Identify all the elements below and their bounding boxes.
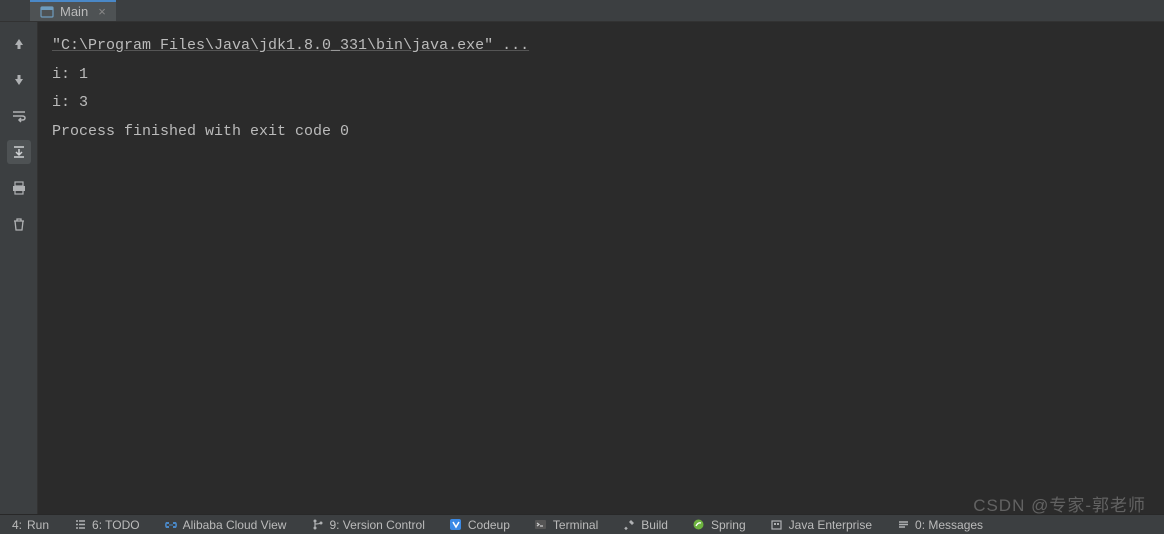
console-line: i: 1 <box>52 61 1150 90</box>
branch-icon <box>310 518 324 532</box>
bottom-label: Spring <box>711 518 746 532</box>
print-icon[interactable] <box>7 176 31 200</box>
bottom-messages[interactable]: 0: Messages <box>884 515 995 534</box>
bottom-label: 9: Version Control <box>329 518 424 532</box>
down-arrow-icon[interactable] <box>7 68 31 92</box>
bottom-java-enterprise[interactable]: Java Enterprise <box>758 515 884 534</box>
messages-icon <box>896 518 910 532</box>
hammer-icon <box>622 518 636 532</box>
run-prefix: 4: <box>12 518 22 532</box>
bottom-spring[interactable]: Spring <box>680 515 758 534</box>
spring-icon <box>692 518 706 532</box>
bottom-run[interactable]: 4: Run <box>0 515 61 534</box>
bottom-label: Codeup <box>468 518 510 532</box>
java-ee-icon <box>770 518 784 532</box>
console-line: i: 3 <box>52 89 1150 118</box>
delete-icon[interactable] <box>7 212 31 236</box>
bottom-label: Build <box>641 518 668 532</box>
close-icon[interactable]: × <box>98 4 106 19</box>
bottom-tool-bar: 4: Run 6: TODO Alibaba Cloud View 9: Ver… <box>0 514 1164 534</box>
list-icon <box>73 518 87 532</box>
terminal-icon <box>534 518 548 532</box>
bottom-todo[interactable]: 6: TODO <box>61 515 152 534</box>
console-output[interactable]: "C:\Program Files\Java\jdk1.8.0_331\bin\… <box>38 22 1164 514</box>
bottom-label: Java Enterprise <box>789 518 872 532</box>
soft-wrap-icon[interactable] <box>7 104 31 128</box>
bottom-label: Terminal <box>553 518 598 532</box>
tab-main[interactable]: Main × <box>30 0 116 21</box>
console-line: Process finished with exit code 0 <box>52 118 1150 147</box>
codeup-icon <box>449 518 463 532</box>
tab-label: Main <box>60 4 88 19</box>
bottom-label: 6: TODO <box>92 518 140 532</box>
alibaba-cloud-icon <box>164 518 178 532</box>
run-tabs-bar: Main × <box>0 0 1164 22</box>
bottom-alibaba[interactable]: Alibaba Cloud View <box>152 515 299 534</box>
run-config-icon <box>40 5 54 19</box>
bottom-build[interactable]: Build <box>610 515 680 534</box>
bottom-terminal[interactable]: Terminal <box>522 515 610 534</box>
run-toolbar <box>0 22 38 514</box>
console-command-line: "C:\Program Files\Java\jdk1.8.0_331\bin\… <box>52 32 1150 61</box>
scroll-to-end-icon[interactable] <box>7 140 31 164</box>
bottom-label: Alibaba Cloud View <box>183 518 287 532</box>
bottom-label: 0: Messages <box>915 518 983 532</box>
bottom-label: Run <box>27 518 49 532</box>
bottom-version-control[interactable]: 9: Version Control <box>298 515 436 534</box>
up-arrow-icon[interactable] <box>7 32 31 56</box>
bottom-codeup[interactable]: Codeup <box>437 515 522 534</box>
